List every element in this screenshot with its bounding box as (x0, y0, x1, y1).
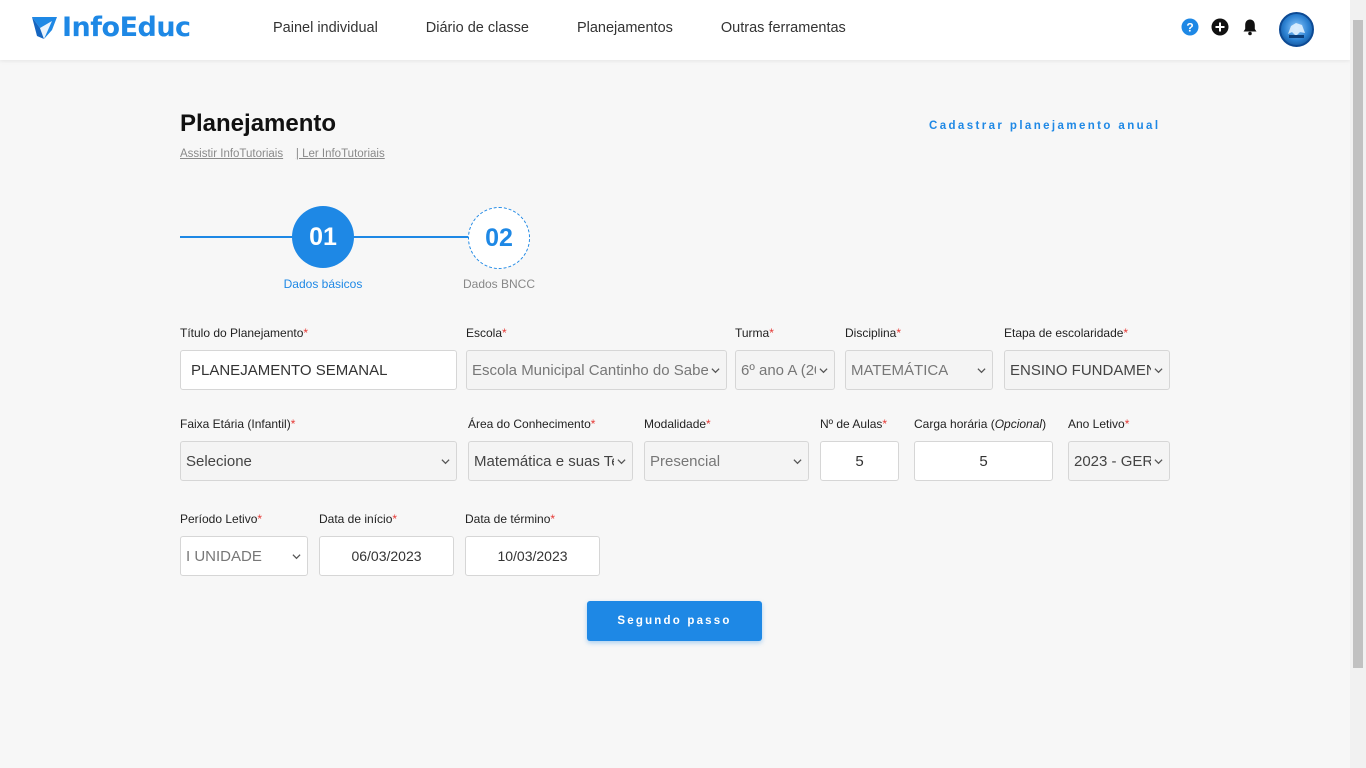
ano-letivo-select[interactable]: 2023 - GERAL (1068, 441, 1170, 481)
numero-aulas-input[interactable]: 5 (820, 441, 899, 481)
nav-diario-de-classe[interactable]: Diário de classe (426, 20, 529, 36)
step-2-label: Dados BNCC (462, 277, 536, 291)
chevron-down-icon (793, 459, 802, 465)
carga-horaria-label: Carga horária (Opcional) (914, 417, 1047, 431)
data-inicio-label: Data de início* (319, 512, 398, 526)
turma-label: Turma* (735, 326, 774, 340)
chevron-down-icon (1154, 459, 1163, 465)
scrollbar-thumb[interactable] (1353, 20, 1363, 668)
page-title: Planejamento (180, 110, 337, 137)
periodo-letivo-label: Período Letivo* (180, 512, 263, 526)
main-nav: Painel individual Diário de classe Plane… (273, 0, 894, 56)
faixa-etaria-label: Faixa Etária (Infantil)* (180, 417, 296, 431)
data-inicio-input[interactable]: 06/03/2023 (319, 536, 454, 576)
etapa-label: Etapa de escolaridade* (1004, 326, 1129, 340)
nav-painel-individual[interactable]: Painel individual (273, 20, 378, 36)
disciplina-label: Disciplina* (845, 326, 902, 340)
logo-mark-icon (31, 14, 58, 42)
disciplina-select[interactable]: MATEMÁTICA (845, 350, 993, 390)
plus-circle-icon[interactable] (1211, 18, 1229, 36)
data-termino-input[interactable]: 10/03/2023 (465, 536, 600, 576)
stepper-line (180, 236, 295, 238)
nav-outras-ferramentas[interactable]: Outras ferramentas (721, 20, 846, 36)
etapa-select[interactable]: ENSINO FUNDAMENTAL (1004, 350, 1170, 390)
svg-text:?: ? (1186, 20, 1193, 34)
page-scrollbar[interactable] (1350, 0, 1366, 768)
faixa-etaria-select[interactable]: Selecione (180, 441, 457, 481)
ano-letivo-label: Ano Letivo* (1068, 417, 1130, 431)
modalidade-select[interactable]: Presencial (644, 441, 809, 481)
area-conhecimento-label: Área do Conhecimento* (468, 417, 596, 431)
carga-horaria-input[interactable]: 5 (914, 441, 1053, 481)
help-icon[interactable]: ? (1181, 18, 1199, 36)
escola-label: Escola* (466, 326, 507, 340)
watch-tutorials-link[interactable]: Assistir InfoTutoriais (180, 148, 283, 160)
next-step-button[interactable]: Segundo passo (587, 601, 762, 641)
read-tutorials-link[interactable]: | Ler InfoTutoriais (296, 148, 385, 160)
top-header: InfoEduc Painel individual Diário de cla… (0, 0, 1350, 60)
stepper-line (352, 236, 470, 238)
chevron-down-icon (1154, 368, 1163, 374)
header-actions: ? (1181, 18, 1271, 36)
user-avatar[interactable] (1279, 12, 1314, 47)
numero-aulas-label: Nº de Aulas* (820, 417, 888, 431)
bell-icon[interactable] (1241, 18, 1259, 36)
chevron-down-icon (292, 554, 301, 560)
step-1-circle[interactable]: 01 (292, 206, 354, 268)
tutorial-links: Assistir InfoTutoriais | Ler InfoTutoria… (180, 148, 385, 160)
titulo-label: Título do Planejamento* (180, 326, 309, 340)
chevron-down-icon (819, 368, 828, 374)
step-2-circle[interactable]: 02 (468, 207, 530, 269)
chevron-down-icon (441, 459, 450, 465)
escola-select[interactable]: Escola Municipal Cantinho do Saber (466, 350, 727, 390)
step-1-label: Dados básicos (283, 277, 363, 291)
chevron-down-icon (711, 368, 720, 374)
chevron-down-icon (977, 368, 986, 374)
area-conhecimento-select[interactable]: Matemática e suas Tecnologias (468, 441, 633, 481)
chevron-down-icon (617, 459, 626, 465)
data-termino-label: Data de término* (465, 512, 556, 526)
turma-select[interactable]: 6º ano A (2023) (735, 350, 835, 390)
periodo-letivo-select[interactable]: I UNIDADE (180, 536, 308, 576)
infoeduc-logo[interactable]: InfoEduc (31, 13, 191, 43)
register-annual-plan-link[interactable]: Cadastrar planejamento anual (929, 120, 1160, 132)
titulo-input[interactable]: PLANEJAMENTO SEMANAL (180, 350, 457, 390)
modalidade-label: Modalidade* (644, 417, 711, 431)
nav-planejamentos[interactable]: Planejamentos (577, 20, 673, 36)
brand-name: InfoEduc (62, 12, 191, 43)
